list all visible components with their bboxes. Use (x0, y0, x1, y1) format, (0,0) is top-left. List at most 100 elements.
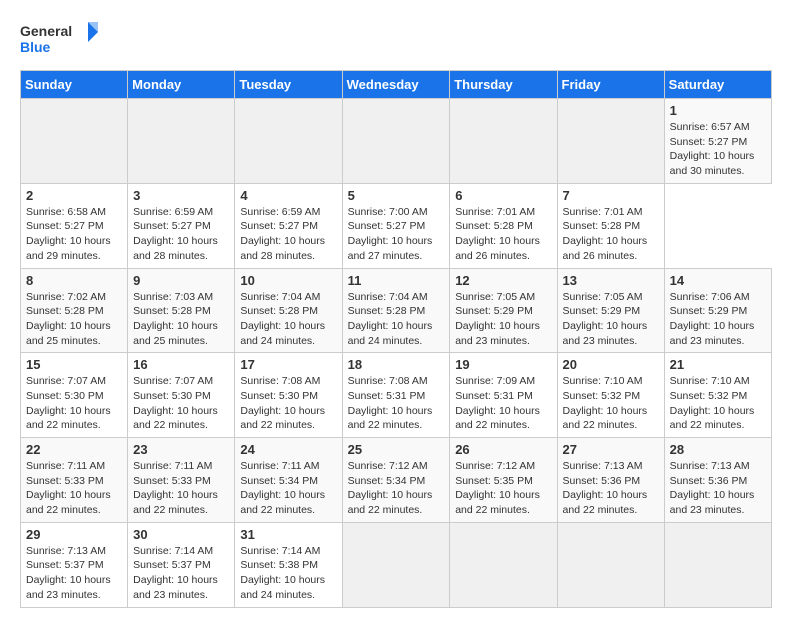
logo-svg: General Blue (20, 20, 100, 60)
day-cell-12: 12 Sunrise: 7:05 AMSunset: 5:29 PMDayligh… (450, 268, 557, 353)
day-info: Sunrise: 7:01 AMSunset: 5:28 PMDaylight:… (563, 205, 659, 264)
svg-text:Blue: Blue (20, 39, 51, 55)
calendar-table: SundayMondayTuesdayWednesdayThursdayFrid… (20, 70, 772, 608)
day-info: Sunrise: 7:12 AMSunset: 5:34 PMDaylight:… (348, 459, 445, 518)
day-cell-14: 14 Sunrise: 7:06 AMSunset: 5:29 PMDayligh… (664, 268, 771, 353)
day-info: Sunrise: 7:00 AMSunset: 5:27 PMDaylight:… (348, 205, 445, 264)
day-cell-21: 21Sunrise: 7:10 AMSunset: 5:32 PMDayligh… (664, 353, 771, 438)
day-cell-10: 10Sunrise: 7:04 AMSunset: 5:28 PMDayligh… (235, 268, 342, 353)
empty-cell (128, 99, 235, 184)
day-cell-7: 7 Sunrise: 7:01 AMSunset: 5:28 PMDaylight… (557, 183, 664, 268)
day-cell-6: 6 Sunrise: 7:01 AMSunset: 5:28 PMDaylight… (450, 183, 557, 268)
day-number: 14 (670, 273, 766, 288)
day-number: 20 (563, 357, 659, 372)
header-cell-wednesday: Wednesday (342, 71, 450, 99)
day-cell-25: 25 Sunrise: 7:12 AMSunset: 5:34 PMDayligh… (342, 438, 450, 523)
day-number: 7 (563, 188, 659, 203)
day-number: 13 (563, 273, 659, 288)
day-cell-24: 24 Sunrise: 7:11 AMSunset: 5:34 PMDayligh… (235, 438, 342, 523)
day-number: 25 (348, 442, 445, 457)
day-info: Sunrise: 6:58 AMSunset: 5:27 PMDaylight:… (26, 205, 122, 264)
day-cell-28: 28Sunrise: 7:13 AMSunset: 5:36 PMDayligh… (664, 438, 771, 523)
day-cell-5: 5 Sunrise: 7:00 AMSunset: 5:27 PMDaylight… (342, 183, 450, 268)
day-info: Sunrise: 6:57 AMSunset: 5:27 PMDaylight:… (670, 120, 766, 179)
day-number: 11 (348, 273, 445, 288)
header-cell-sunday: Sunday (21, 71, 128, 99)
day-number: 26 (455, 442, 551, 457)
week-row-5: 22 Sunrise: 7:11 AMSunset: 5:33 PMDayligh… (21, 438, 772, 523)
day-number: 16 (133, 357, 229, 372)
empty-cell (664, 522, 771, 607)
day-info: Sunrise: 6:59 AMSunset: 5:27 PMDaylight:… (240, 205, 336, 264)
day-info: Sunrise: 7:10 AMSunset: 5:32 PMDaylight:… (563, 374, 659, 433)
week-row-4: 15 Sunrise: 7:07 AMSunset: 5:30 PMDayligh… (21, 353, 772, 438)
day-info: Sunrise: 7:07 AMSunset: 5:30 PMDaylight:… (26, 374, 122, 433)
day-info: Sunrise: 7:06 AMSunset: 5:29 PMDaylight:… (670, 290, 766, 349)
day-number: 28 (670, 442, 766, 457)
day-cell-29: 29Sunrise: 7:13 AMSunset: 5:37 PMDayligh… (21, 522, 128, 607)
header-cell-saturday: Saturday (664, 71, 771, 99)
day-cell-16: 16 Sunrise: 7:07 AMSunset: 5:30 PMDayligh… (128, 353, 235, 438)
day-cell-26: 26 Sunrise: 7:12 AMSunset: 5:35 PMDayligh… (450, 438, 557, 523)
empty-cell (557, 522, 664, 607)
day-cell-18: 18 Sunrise: 7:08 AMSunset: 5:31 PMDayligh… (342, 353, 450, 438)
day-info: Sunrise: 7:01 AMSunset: 5:28 PMDaylight:… (455, 205, 551, 264)
day-info: Sunrise: 7:13 AMSunset: 5:36 PMDaylight:… (563, 459, 659, 518)
day-number: 18 (348, 357, 445, 372)
day-cell-27: 27 Sunrise: 7:13 AMSunset: 5:36 PMDayligh… (557, 438, 664, 523)
day-info: Sunrise: 7:08 AMSunset: 5:30 PMDaylight:… (240, 374, 336, 433)
header-cell-thursday: Thursday (450, 71, 557, 99)
day-number: 30 (133, 527, 229, 542)
day-info: Sunrise: 7:14 AMSunset: 5:38 PMDaylight:… (240, 544, 336, 603)
empty-cell (450, 99, 557, 184)
day-info: Sunrise: 7:05 AMSunset: 5:29 PMDaylight:… (455, 290, 551, 349)
day-cell-22: 22 Sunrise: 7:11 AMSunset: 5:33 PMDayligh… (21, 438, 128, 523)
day-cell-15: 15 Sunrise: 7:07 AMSunset: 5:30 PMDayligh… (21, 353, 128, 438)
header-row: SundayMondayTuesdayWednesdayThursdayFrid… (21, 71, 772, 99)
day-info: Sunrise: 7:14 AMSunset: 5:37 PMDaylight:… (133, 544, 229, 603)
empty-cell (450, 522, 557, 607)
day-cell-19: 19Sunrise: 7:09 AMSunset: 5:31 PMDayligh… (450, 353, 557, 438)
day-number: 24 (240, 442, 336, 457)
day-cell-31: 31 Sunrise: 7:14 AMSunset: 5:38 PMDayligh… (235, 522, 342, 607)
day-info: Sunrise: 7:11 AMSunset: 5:34 PMDaylight:… (240, 459, 336, 518)
header-cell-tuesday: Tuesday (235, 71, 342, 99)
day-info: Sunrise: 7:07 AMSunset: 5:30 PMDaylight:… (133, 374, 229, 433)
day-info: Sunrise: 7:12 AMSunset: 5:35 PMDaylight:… (455, 459, 551, 518)
day-info: Sunrise: 7:08 AMSunset: 5:31 PMDaylight:… (348, 374, 445, 433)
day-number: 22 (26, 442, 122, 457)
day-number: 2 (26, 188, 122, 203)
day-info: Sunrise: 7:13 AMSunset: 5:37 PMDaylight:… (26, 544, 122, 603)
day-number: 6 (455, 188, 551, 203)
day-number: 17 (240, 357, 336, 372)
day-info: Sunrise: 7:10 AMSunset: 5:32 PMDaylight:… (670, 374, 766, 433)
day-info: Sunrise: 7:02 AMSunset: 5:28 PMDaylight:… (26, 290, 122, 349)
day-number: 4 (240, 188, 336, 203)
day-cell-4: 4 Sunrise: 6:59 AMSunset: 5:27 PMDaylight… (235, 183, 342, 268)
day-number: 27 (563, 442, 659, 457)
day-number: 8 (26, 273, 122, 288)
week-row-3: 8 Sunrise: 7:02 AMSunset: 5:28 PMDaylight… (21, 268, 772, 353)
day-info: Sunrise: 7:11 AMSunset: 5:33 PMDaylight:… (133, 459, 229, 518)
day-cell-23: 23 Sunrise: 7:11 AMSunset: 5:33 PMDayligh… (128, 438, 235, 523)
day-info: Sunrise: 7:05 AMSunset: 5:29 PMDaylight:… (563, 290, 659, 349)
day-number: 15 (26, 357, 122, 372)
day-cell-11: 11Sunrise: 7:04 AMSunset: 5:28 PMDayligh… (342, 268, 450, 353)
day-cell-30: 30 Sunrise: 7:14 AMSunset: 5:37 PMDayligh… (128, 522, 235, 607)
empty-cell (557, 99, 664, 184)
day-number: 12 (455, 273, 551, 288)
day-number: 31 (240, 527, 336, 542)
empty-cell (235, 99, 342, 184)
day-info: Sunrise: 7:09 AMSunset: 5:31 PMDaylight:… (455, 374, 551, 433)
day-info: Sunrise: 7:11 AMSunset: 5:33 PMDaylight:… (26, 459, 122, 518)
header-cell-monday: Monday (128, 71, 235, 99)
day-number: 5 (348, 188, 445, 203)
day-cell-2: 2 Sunrise: 6:58 AMSunset: 5:27 PMDaylight… (21, 183, 128, 268)
day-cell-9: 9Sunrise: 7:03 AMSunset: 5:28 PMDaylight… (128, 268, 235, 353)
day-cell-1: 1 Sunrise: 6:57 AMSunset: 5:27 PMDaylight… (664, 99, 771, 184)
day-number: 1 (670, 103, 766, 118)
logo: General Blue (20, 20, 100, 60)
day-cell-8: 8 Sunrise: 7:02 AMSunset: 5:28 PMDaylight… (21, 268, 128, 353)
empty-cell (21, 99, 128, 184)
day-number: 23 (133, 442, 229, 457)
